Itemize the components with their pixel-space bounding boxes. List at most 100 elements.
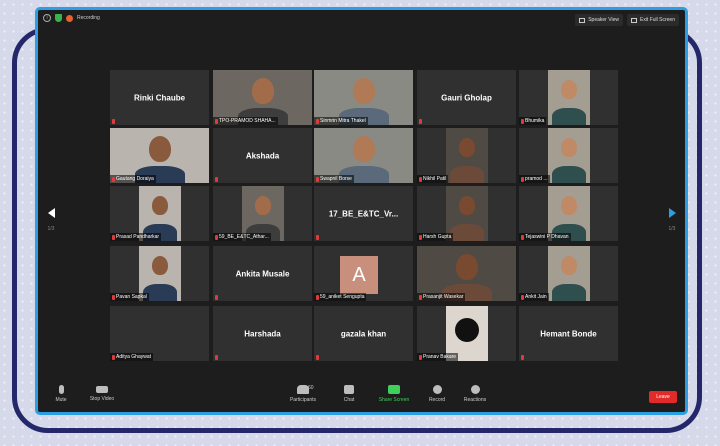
participant-label: Prasad Pandharkar	[110, 233, 162, 241]
muted-mic-icon	[316, 118, 319, 124]
participant-label: Ankit Jain	[519, 293, 549, 301]
participant-label: 59_BE_E&TC_Athar...	[213, 233, 271, 241]
participant-tile[interactable]: Aditya Ghaywat	[110, 306, 209, 361]
participant-tile[interactable]: gazala khan	[314, 306, 413, 361]
participant-name: Gauri Gholap	[441, 93, 492, 102]
record-icon	[432, 385, 442, 394]
person-head	[561, 256, 577, 275]
participant-label	[417, 118, 424, 125]
share-screen-button[interactable]: Share Screen	[376, 385, 412, 403]
participant-video	[548, 128, 590, 183]
video-camera-icon	[96, 386, 108, 393]
participant-label	[110, 118, 117, 125]
participant-label	[213, 176, 220, 183]
participants-button[interactable]: 60 Participants	[286, 385, 320, 403]
muted-mic-icon	[521, 355, 524, 360]
record-button[interactable]: Record	[425, 385, 449, 403]
participant-video	[548, 70, 590, 125]
participant-label: Prasanjit Wasekar	[417, 293, 466, 301]
participant-tile[interactable]: Bhumika	[519, 70, 618, 125]
participant-label: TPO-PRAMOD SHAHA...	[213, 117, 278, 125]
participant-tile[interactable]: A 59_aniket Sengupta	[314, 246, 413, 301]
info-icon[interactable]: i	[43, 14, 51, 22]
participant-tile[interactable]: Pranav Bakare	[417, 306, 516, 361]
previous-page-button[interactable]: 1/3	[45, 208, 57, 232]
participant-tile[interactable]: Ankit Jain	[519, 246, 618, 301]
muted-mic-icon	[521, 234, 524, 240]
stop-video-label: Stop Video	[89, 396, 115, 402]
muted-mic-icon	[419, 294, 422, 300]
person-head	[152, 256, 168, 275]
participant-label-text: Gautang Doraiya	[116, 176, 154, 182]
smiley-avatar-icon	[455, 318, 479, 342]
participant-tile[interactable]: TPO-PRAMOD SHAHA...	[213, 70, 312, 125]
muted-mic-icon	[112, 294, 115, 300]
participant-label	[519, 354, 526, 361]
participant-tile[interactable]: Rinki Chaube	[110, 70, 209, 125]
participant-label: Swapnil Borse	[314, 175, 354, 183]
participant-tile[interactable]: Ankita Musale	[213, 246, 312, 301]
speaker-view-button[interactable]: Speaker View	[575, 14, 623, 26]
exit-full-screen-button[interactable]: Exit Full Screen	[626, 14, 679, 26]
participant-tile[interactable]: Tejaswini P Dhavan	[519, 186, 618, 241]
participant-tile[interactable]: pramod ...	[519, 128, 618, 183]
participant-tile[interactable]: Swapnil Borse	[314, 128, 413, 183]
participant-tile[interactable]: Gautang Doraiya	[110, 128, 209, 183]
participant-tile[interactable]: Harsh Gupta	[417, 186, 516, 241]
muted-mic-icon	[112, 234, 115, 240]
reactions-button[interactable]: Reactions	[460, 385, 490, 403]
participant-tile[interactable]: Pavan Sapkal	[110, 246, 209, 301]
participant-label-text: Nikhil Patil	[423, 176, 447, 182]
participant-label-text: 59_aniket Sengupta	[320, 294, 365, 300]
next-page-button[interactable]: 1/3	[666, 208, 678, 232]
participant-label-text: Bhumika	[525, 118, 545, 124]
record-dot-icon	[66, 14, 73, 22]
participant-tile[interactable]: Gauri Gholap	[417, 70, 516, 125]
participant-name: Harshada	[244, 329, 281, 338]
participant-label	[314, 354, 321, 361]
participant-label-text: Prasanjit Wasekar	[423, 294, 464, 300]
participant-label-text: TPO-PRAMOD SHAHA...	[219, 118, 276, 124]
participant-tile[interactable]: Hemant Bonde	[519, 306, 618, 361]
participant-label: Tejaswini P Dhavan	[519, 233, 571, 241]
chat-label: Chat	[343, 397, 355, 403]
chat-bubble-icon	[344, 385, 354, 394]
chat-button[interactable]: Chat	[339, 385, 359, 403]
recording-label: Recording	[77, 15, 100, 21]
participant-tile[interactable]: Prasad Pandharkar	[110, 186, 209, 241]
participant-tile[interactable]: 59_BE_E&TC_Athar...	[213, 186, 312, 241]
zoom-window: i Recording Speaker View Exit Full Scree…	[35, 7, 688, 415]
muted-mic-icon	[215, 295, 218, 300]
participant-tile[interactable]: Sinmrin Mitra Thakel	[314, 70, 413, 125]
page-indicator-right: 1/3	[668, 226, 676, 232]
participant-label-text: Sinmrin Mitra Thakel	[320, 118, 366, 124]
participant-label	[213, 294, 220, 301]
participant-label-text: Ankit Jain	[525, 294, 547, 300]
participant-label: Pranav Bakare	[417, 353, 459, 361]
stop-video-button[interactable]: Stop Video	[86, 385, 118, 402]
participant-tile[interactable]: 17_BE_E&TC_Vr...	[314, 186, 413, 241]
person-head	[252, 78, 274, 104]
mute-button[interactable]: Mute	[50, 385, 72, 403]
participant-label: Harsh Gupta	[417, 233, 454, 241]
person-head	[459, 196, 475, 215]
speaker-view-label: Speaker View	[588, 17, 619, 23]
page-indicator-left: 1/3	[47, 226, 55, 232]
participant-tile[interactable]: Prasanjit Wasekar	[417, 246, 516, 301]
person-head	[353, 136, 375, 162]
participants-count: 60	[308, 385, 314, 391]
participant-tile[interactable]: Nikhil Patil	[417, 128, 516, 183]
muted-mic-icon	[316, 355, 319, 360]
shield-icon[interactable]	[55, 14, 62, 22]
participant-tile[interactable]: Harshada	[213, 306, 312, 361]
person-body	[552, 284, 586, 301]
arrow-right-icon	[668, 208, 676, 218]
leave-button[interactable]: Leave	[649, 391, 677, 403]
muted-mic-icon	[521, 294, 524, 300]
participant-tile[interactable]: Akshada	[213, 128, 312, 183]
participant-label: Sinmrin Mitra Thakel	[314, 117, 368, 125]
person-head	[255, 196, 271, 215]
participant-label-text: Pavan Sapkal	[116, 294, 147, 300]
person-head	[152, 196, 168, 215]
person-head	[561, 138, 577, 157]
